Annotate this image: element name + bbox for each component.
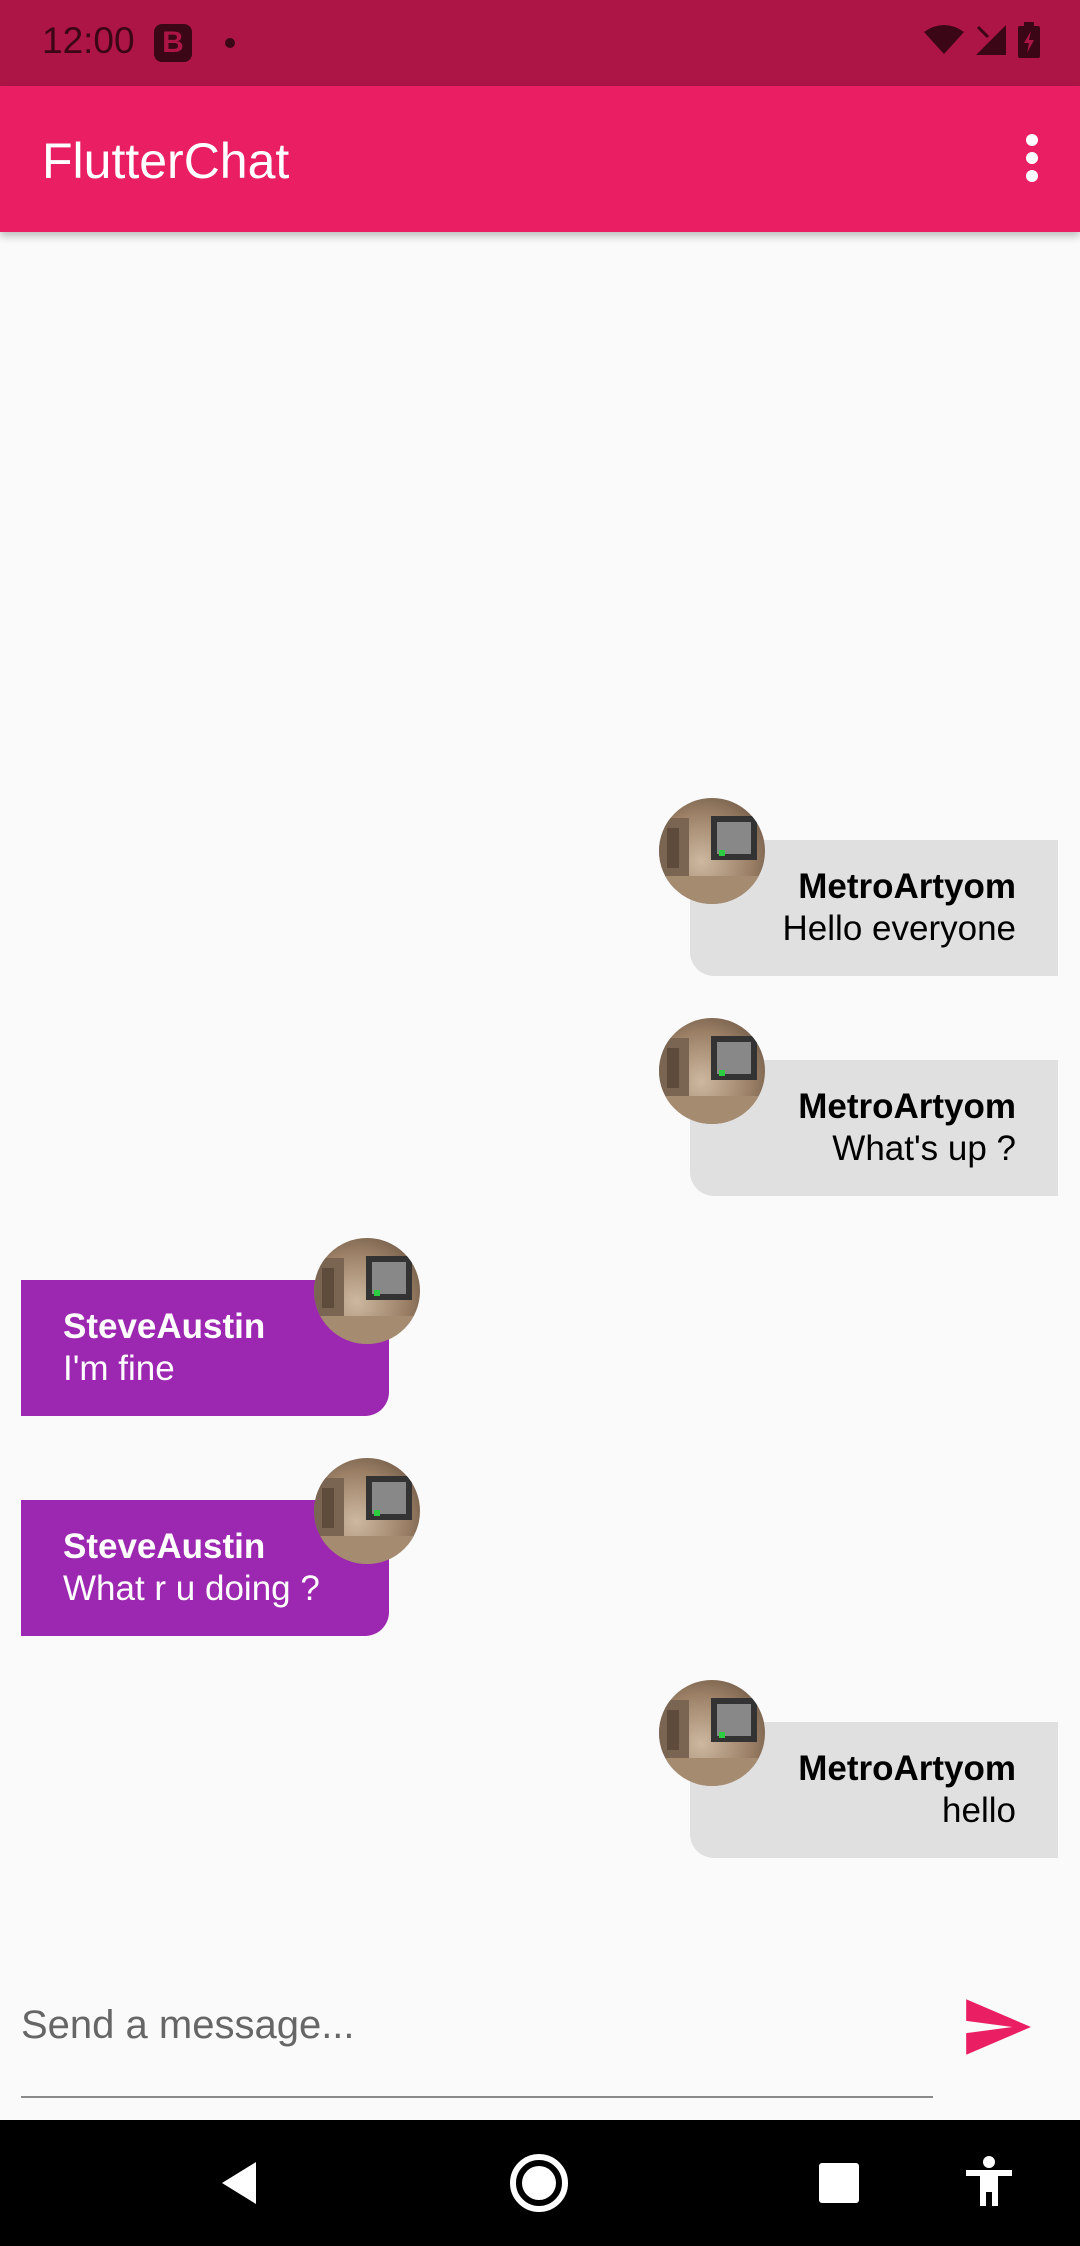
home-icon[interactable] [506, 2150, 572, 2216]
message-text: What r u doing ? [63, 1569, 320, 1608]
message-input[interactable] [21, 1990, 933, 2060]
message-item: SteveAustin What r u doing ? [0, 1458, 1080, 1638]
message-sender: MetroArtyom [798, 1087, 1016, 1126]
status-icons [924, 22, 1040, 58]
message-item: MetroArtyom hello [0, 1680, 1080, 1860]
app-bar: FlutterChat [0, 86, 1080, 232]
system-nav-bar [0, 2120, 1080, 2246]
message-text: hello [942, 1791, 1016, 1830]
message-sender: SteveAustin [63, 1307, 266, 1346]
status-bar: 12:00 B [0, 0, 1080, 86]
message-sender: SteveAustin [63, 1527, 266, 1566]
send-button[interactable] [960, 1990, 1034, 2064]
signal-icon [976, 25, 1006, 55]
notification-dot-icon [225, 38, 235, 48]
message-item: MetroArtyom Hello everyone [0, 798, 1080, 978]
message-text: Hello everyone [782, 909, 1016, 948]
notification-badge-icon: B [154, 24, 192, 62]
message-composer [0, 1960, 1080, 2120]
input-underline [21, 2096, 933, 2098]
back-icon[interactable] [206, 2150, 272, 2216]
wifi-icon [924, 25, 964, 54]
battery-icon [1018, 22, 1040, 58]
avatar [659, 1018, 765, 1124]
avatar [659, 1680, 765, 1786]
app-title: FlutterChat [42, 133, 290, 189]
send-icon [966, 1999, 1031, 2055]
message-sender: MetroArtyom [798, 1749, 1016, 1788]
status-time: 12:00 [42, 20, 135, 61]
avatar [659, 798, 765, 904]
recents-icon[interactable] [806, 2150, 872, 2216]
message-list[interactable]: MetroArtyom Hello everyone MetroArtyom W… [0, 232, 1080, 1912]
message-sender: MetroArtyom [798, 867, 1016, 906]
avatar [314, 1238, 420, 1344]
accessibility-icon[interactable] [956, 2150, 1022, 2216]
message-item: MetroArtyom What's up ? [0, 1018, 1080, 1198]
avatar [314, 1458, 420, 1564]
message-text: I'm fine [63, 1349, 175, 1388]
more-vert-icon[interactable] [1000, 126, 1064, 190]
message-item: SteveAustin I'm fine [0, 1238, 1080, 1418]
message-text: What's up ? [832, 1129, 1016, 1168]
